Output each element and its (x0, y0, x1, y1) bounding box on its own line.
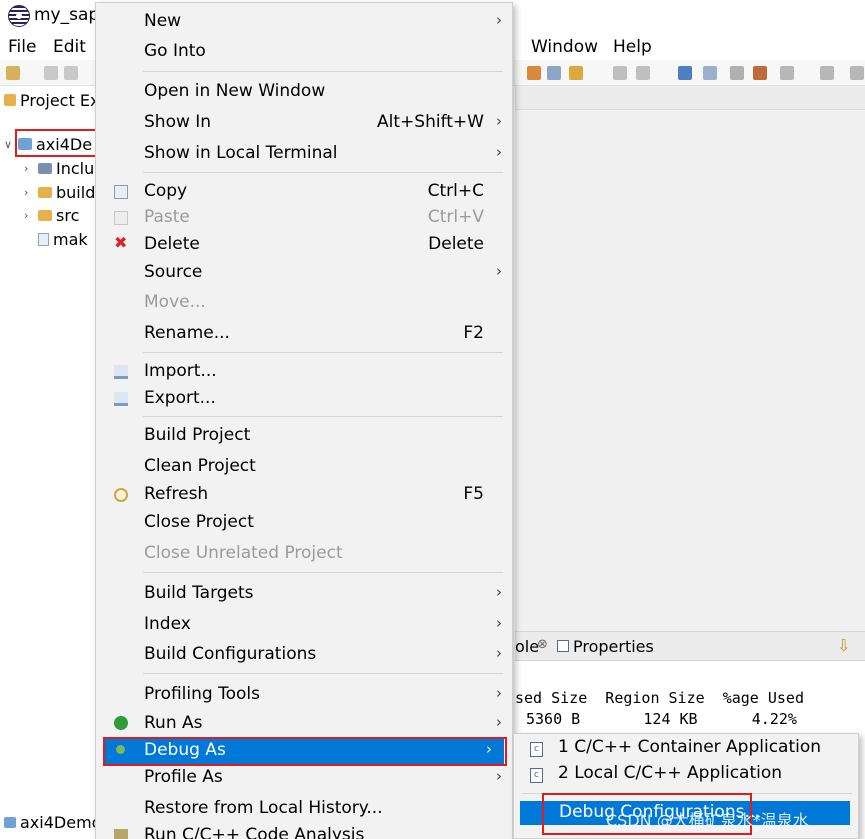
console-header-line: sed Size Region Size %age Used (515, 689, 804, 707)
copy-icon (114, 185, 128, 199)
eclipse-logo-icon (8, 5, 30, 27)
bottom-project-tab[interactable]: axi4Demo (0, 811, 102, 837)
tree-item-label: src (56, 205, 80, 225)
tree-item-makefile[interactable]: mak (38, 228, 88, 250)
menu-separator (143, 352, 503, 353)
console-output: sed Size Region Size %age Used 5360 B 12… (515, 661, 865, 741)
chevron-down-icon[interactable]: ∨ (4, 138, 14, 151)
search-icon[interactable] (547, 66, 561, 80)
chevron-right-icon: › (496, 684, 502, 702)
menu-separator (143, 572, 503, 573)
chevron-right-icon: › (496, 614, 502, 632)
tab-properties[interactable]: Properties (573, 637, 654, 656)
run-tool-icon[interactable] (569, 66, 583, 80)
menu-help[interactable]: Help (613, 37, 652, 57)
run-icon (114, 716, 128, 730)
c-file-icon: c (530, 742, 543, 757)
chevron-right-icon[interactable]: › (24, 209, 34, 222)
tree-item-label: build (56, 182, 96, 202)
refresh-icon (114, 488, 128, 502)
chevron-right-icon: › (496, 11, 502, 29)
mark-icon[interactable] (636, 66, 650, 80)
submenu-item-local-application[interactable]: c 2 Local C/C++ Application (514, 763, 860, 789)
chevron-right-icon: › (496, 767, 502, 785)
project-icon (4, 817, 16, 828)
submenu-item-container-application[interactable]: c 1 C/C++ Container Application (514, 737, 860, 763)
tree-item-label: mak (53, 229, 88, 249)
menu-separator (143, 71, 503, 72)
tree-item-build[interactable]: › build (24, 181, 95, 203)
menu-edit[interactable]: Edit (53, 37, 86, 57)
watermark: CSDN @大桶矿泉水*温泉水 (606, 811, 809, 830)
next-annotation-icon[interactable] (780, 66, 794, 80)
highlight-box (103, 737, 507, 766)
menu-separator (143, 416, 503, 417)
tree-item-label: Inclu (56, 158, 95, 178)
find-icon[interactable] (703, 66, 717, 80)
editor-area (515, 86, 865, 631)
properties-icon (557, 640, 569, 652)
chevron-right-icon: › (496, 644, 502, 662)
import-icon (114, 365, 128, 379)
highlight-box (15, 129, 97, 157)
package-icon[interactable] (753, 66, 767, 80)
pin-icon[interactable]: ⇩ (837, 636, 850, 655)
chevron-right-icon: › (496, 262, 502, 280)
c-file-icon: c (530, 768, 543, 783)
menu-window[interactable]: Window (531, 37, 598, 57)
file-icon (38, 232, 49, 246)
toggle-icon[interactable] (613, 66, 627, 80)
new-icon[interactable] (6, 66, 20, 80)
folder-icon (38, 209, 52, 221)
console-data-line: 5360 B 124 KB 4.22% (526, 710, 797, 728)
menu-file[interactable]: File (8, 37, 36, 57)
context-menu: New › Go Into Open in New Window Show In… (95, 2, 513, 839)
back-icon[interactable] (820, 66, 834, 80)
chevron-right-icon: › (496, 143, 502, 161)
includes-icon (38, 162, 52, 174)
close-icon[interactable]: ⊗ (537, 637, 548, 652)
export-icon (114, 392, 128, 406)
analysis-icon (114, 829, 128, 839)
chevron-right-icon: › (496, 583, 502, 601)
chevron-right-icon: › (496, 112, 502, 130)
delete-icon: ✖ (114, 233, 128, 252)
chevron-right-icon[interactable]: › (24, 162, 34, 175)
project-explorer-tab-label: Project Ex (20, 91, 100, 110)
tree-item-includes[interactable]: › Inclu (24, 157, 94, 179)
tree-item-src[interactable]: › src (24, 204, 79, 226)
chevron-right-icon: › (496, 713, 502, 731)
console-icon[interactable] (678, 66, 692, 80)
menu-separator (143, 673, 503, 674)
forward-icon[interactable] (850, 66, 864, 80)
chevron-right-icon[interactable]: › (24, 186, 34, 199)
open-type-icon[interactable] (527, 66, 541, 80)
save-icon[interactable] (44, 66, 58, 80)
bottom-tab-label: axi4Demo (20, 813, 102, 832)
console-tab-bar: ole ⊗ Properties ⇩ (515, 631, 865, 661)
tab-console[interactable]: ole (515, 637, 539, 656)
menu-separator (143, 172, 503, 173)
nav-icon[interactable] (730, 66, 744, 80)
project-explorer-tab[interactable]: Project Ex (0, 88, 100, 114)
project-explorer-icon (4, 94, 16, 106)
editor-tab-strip (515, 86, 865, 110)
save-all-icon[interactable] (64, 66, 78, 80)
folder-icon (38, 186, 52, 198)
paste-icon (114, 211, 128, 225)
